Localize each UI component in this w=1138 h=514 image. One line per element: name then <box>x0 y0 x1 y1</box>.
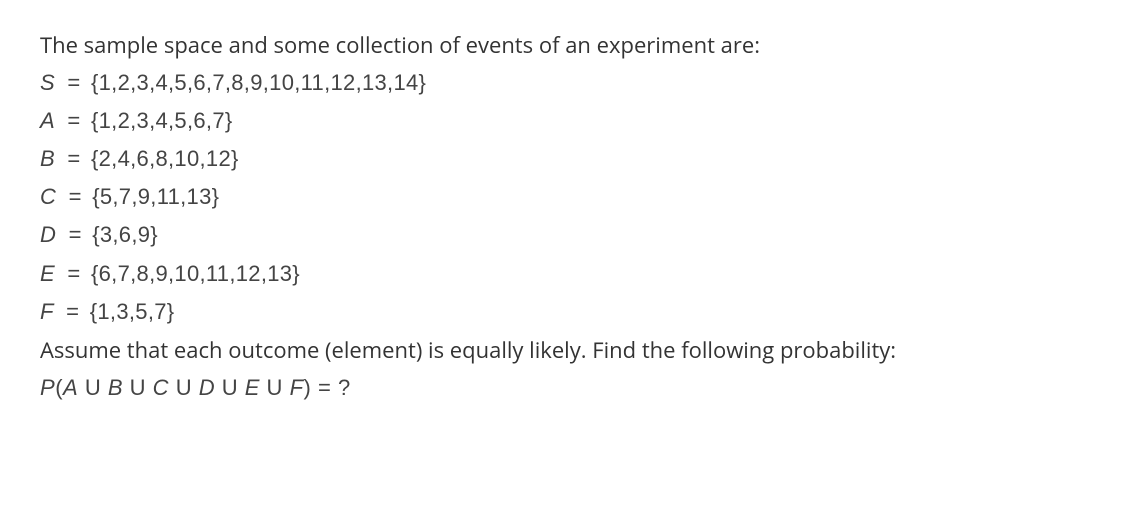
set-var-D: D <box>40 218 56 252</box>
equals-sign: = <box>69 218 82 252</box>
set-definition-E: E = {6,7,8,9,10,11,12,13} <box>40 257 1098 291</box>
equals-sign: = <box>69 180 82 214</box>
set-definition-D: D = {3,6,9} <box>40 218 1098 252</box>
prob-equals: = <box>318 375 331 400</box>
set-values-S: {1,2,3,4,5,6,7,8,9,10,11,12,13,14} <box>91 66 426 100</box>
set-values-D: {3,6,9} <box>92 218 158 252</box>
union-symbol: U <box>176 375 192 400</box>
union-symbol: U <box>267 375 283 400</box>
set-var-F: F <box>40 295 54 329</box>
union-symbol: U <box>222 375 238 400</box>
set-definition-B: B = {2,4,6,8,10,12} <box>40 142 1098 176</box>
prob-close-paren: ) <box>304 375 312 400</box>
prob-P: P <box>40 375 55 400</box>
set-values-A: {1,2,3,4,5,6,7} <box>91 104 233 138</box>
set-var-E: E <box>40 257 55 291</box>
set-var-S: S <box>40 66 55 100</box>
equals-sign: = <box>67 257 80 291</box>
prob-open-paren: ( <box>55 375 63 400</box>
prob-D: D <box>199 375 215 400</box>
intro-text: The sample space and some collection of … <box>40 28 1098 62</box>
prob-B: B <box>108 375 123 400</box>
prob-F: F <box>290 375 304 400</box>
set-definition-F: F = {1,3,5,7} <box>40 295 1098 329</box>
set-values-F: {1,3,5,7} <box>90 295 175 329</box>
union-symbol: U <box>130 375 146 400</box>
set-definition-C: C = {5,7,9,11,13} <box>40 180 1098 214</box>
equals-sign: = <box>66 295 79 329</box>
equals-sign: = <box>67 66 80 100</box>
set-definition-A: A = {1,2,3,4,5,6,7} <box>40 104 1098 138</box>
set-values-E: {6,7,8,9,10,11,12,13} <box>91 257 300 291</box>
set-var-A: A <box>40 104 55 138</box>
union-symbol: U <box>85 375 101 400</box>
set-values-B: {2,4,6,8,10,12} <box>91 142 239 176</box>
assume-text: Assume that each outcome (element) is eq… <box>40 333 1098 367</box>
probability-expression: P(A U B U C U D U E U F) = ? <box>40 371 1098 405</box>
prob-A: A <box>63 375 78 400</box>
prob-question: ? <box>338 375 351 400</box>
equals-sign: = <box>67 104 80 138</box>
set-definition-S: S = {1,2,3,4,5,6,7,8,9,10,11,12,13,14} <box>40 66 1098 100</box>
prob-E: E <box>245 375 260 400</box>
set-values-C: {5,7,9,11,13} <box>92 180 219 214</box>
set-var-B: B <box>40 142 55 176</box>
equals-sign: = <box>67 142 80 176</box>
set-var-C: C <box>40 180 56 214</box>
prob-C: C <box>153 375 169 400</box>
